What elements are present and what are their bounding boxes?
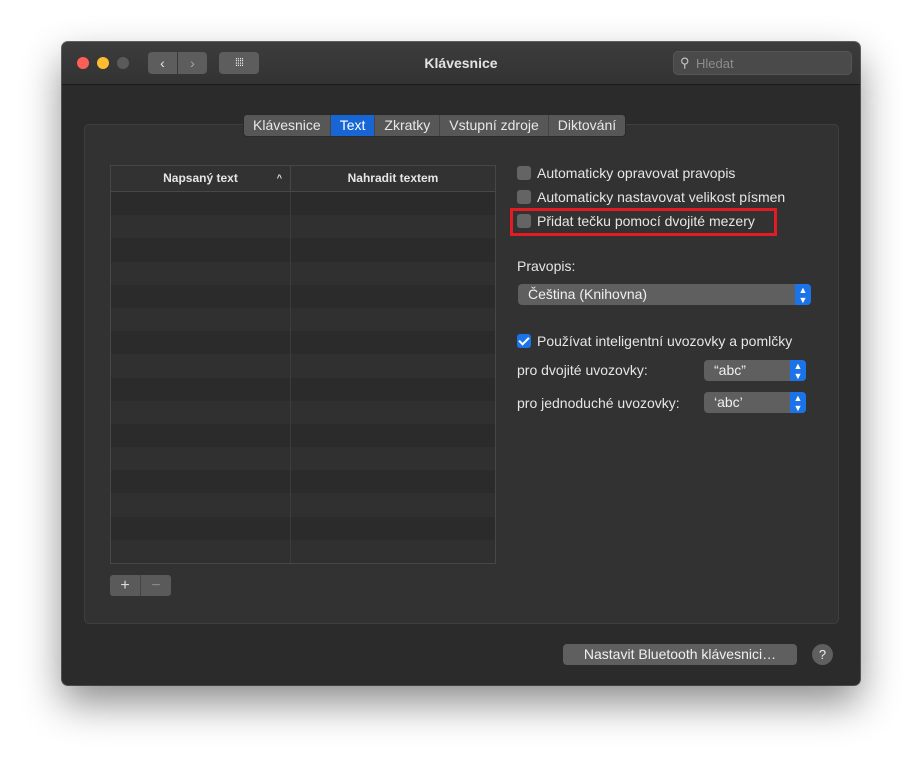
smart-quotes-label: Používat inteligentní uvozovky a pomlčky — [537, 333, 793, 349]
table-row[interactable] — [111, 516, 495, 540]
chevron-updown-icon: ▲ ▼ — [795, 284, 811, 305]
spelling-label: Pravopis: — [517, 258, 576, 274]
table-rows — [111, 192, 495, 563]
text-replacement-table[interactable]: Napsaný text ^ Nahradit textem — [110, 165, 496, 564]
search-icon: ⚲ — [680, 55, 690, 70]
spelling-select[interactable]: Čeština (Knihovna) ▲ ▼ — [518, 284, 811, 305]
double-quotes-label: pro dvojité uvozovky: — [517, 362, 648, 378]
spelling-value: Čeština (Knihovna) — [528, 286, 648, 302]
table-row[interactable] — [111, 377, 495, 401]
table-row[interactable] — [111, 215, 495, 239]
preferences-window: ‹ › ⁞⁞⁞⁞ Klávesnice ⚲ Klávesnice Text Zk… — [62, 42, 860, 685]
column-header-label: Napsaný text — [163, 171, 238, 185]
table-row[interactable] — [111, 447, 495, 471]
search-input[interactable] — [696, 53, 844, 73]
remove-button[interactable]: − — [140, 575, 171, 596]
single-quotes-label: pro jednoduché uvozovky: — [517, 395, 680, 411]
table-header: Napsaný text ^ Nahradit textem — [111, 166, 495, 192]
tab-keyboard[interactable]: Klávesnice — [244, 115, 331, 136]
smart-quotes-option[interactable]: Používat inteligentní uvozovky a pomlčky — [517, 332, 792, 350]
column-header-typed-text[interactable]: Napsaný text ^ — [111, 166, 291, 191]
table-row[interactable] — [111, 284, 495, 308]
tab-text[interactable]: Text — [330, 115, 376, 136]
auto-correct-option[interactable]: Automaticky opravovat pravopis — [517, 164, 735, 182]
table-row[interactable] — [111, 493, 495, 517]
highlight-box — [510, 208, 777, 236]
double-quotes-select[interactable]: “abc” ▲ ▼ — [704, 360, 806, 381]
auto-capitalize-option[interactable]: Automaticky nastavovat velikost písmen — [517, 188, 785, 206]
add-remove-control: + − — [110, 575, 171, 596]
tab-dictation[interactable]: Diktování — [549, 115, 625, 136]
help-button[interactable]: ? — [812, 644, 833, 665]
table-row[interactable] — [111, 261, 495, 285]
column-divider — [290, 192, 291, 563]
tab-shortcuts[interactable]: Zkratky — [375, 115, 441, 136]
table-row[interactable] — [111, 192, 495, 216]
sort-ascending-icon: ^ — [276, 173, 282, 183]
table-row[interactable] — [111, 238, 495, 262]
table-row[interactable] — [111, 539, 495, 563]
column-header-replace-with[interactable]: Nahradit textem — [291, 166, 495, 191]
search-field[interactable]: ⚲ — [673, 51, 852, 75]
tab-bar: Klávesnice Text Zkratky Vstupní zdroje D… — [243, 114, 627, 137]
table-row[interactable] — [111, 354, 495, 378]
tab-input-sources[interactable]: Vstupní zdroje — [440, 115, 549, 136]
setup-bluetooth-keyboard-button[interactable]: Nastavit Bluetooth klávesnici… — [563, 644, 797, 665]
double-quotes-value: “abc” — [714, 362, 746, 378]
title-bar: ‹ › ⁞⁞⁞⁞ Klávesnice ⚲ — [62, 42, 860, 85]
chevron-updown-icon: ▲ ▼ — [790, 360, 806, 381]
auto-correct-checkbox[interactable] — [517, 166, 531, 180]
smart-quotes-checkbox[interactable] — [517, 334, 531, 348]
chevron-updown-icon: ▲ ▼ — [790, 392, 806, 413]
table-row[interactable] — [111, 400, 495, 424]
add-button[interactable]: + — [110, 575, 140, 596]
table-row[interactable] — [111, 331, 495, 355]
single-quotes-value: ‘abc’ — [714, 394, 743, 410]
auto-correct-label: Automaticky opravovat pravopis — [537, 165, 736, 181]
table-row[interactable] — [111, 423, 495, 448]
table-row[interactable] — [111, 307, 495, 332]
auto-capitalize-checkbox[interactable] — [517, 190, 531, 204]
single-quotes-select[interactable]: ‘abc’ ▲ ▼ — [704, 392, 806, 413]
auto-capitalize-label: Automaticky nastavovat velikost písmen — [537, 189, 786, 205]
table-row[interactable] — [111, 470, 495, 494]
